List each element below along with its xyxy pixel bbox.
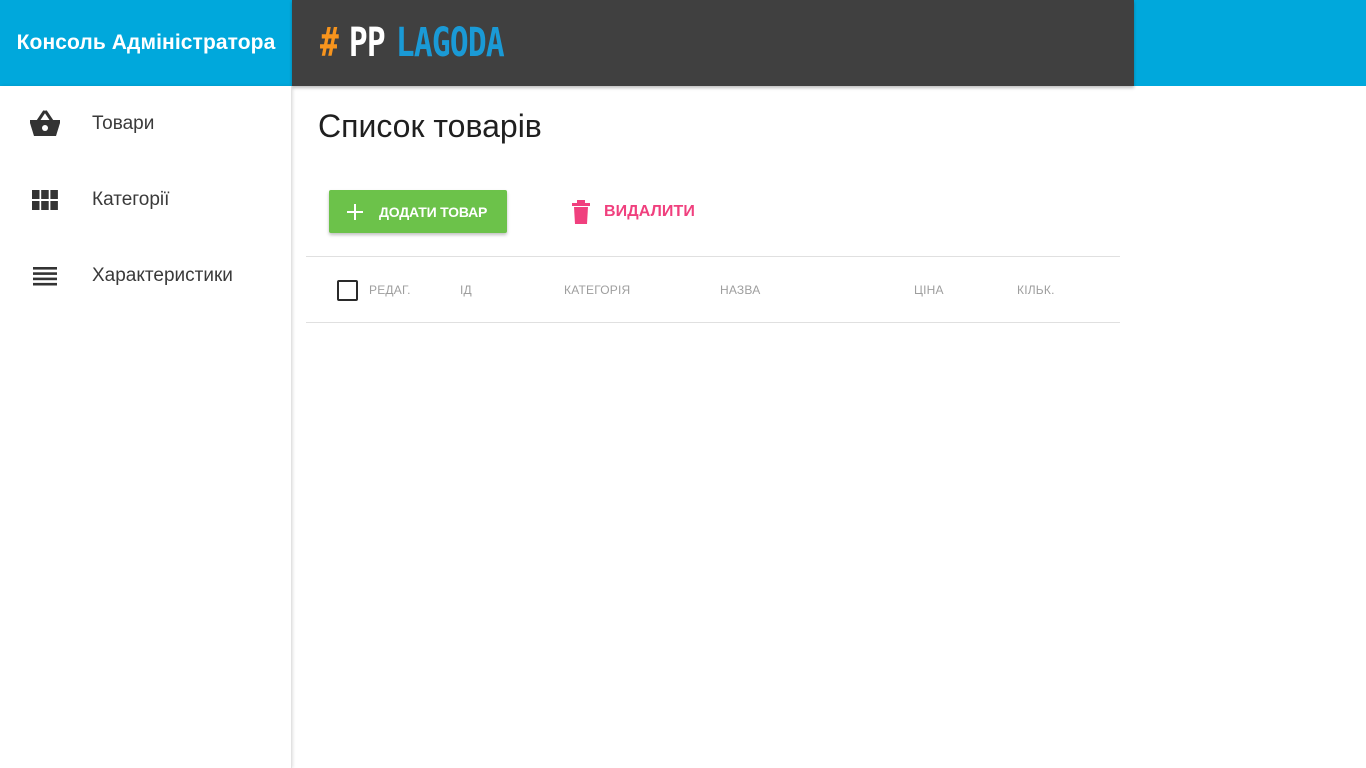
sidebar-item-categories[interactable]: Категорії bbox=[0, 165, 291, 235]
sidebar-item-characteristics[interactable]: Характеристики bbox=[0, 241, 291, 311]
sidebar-item-label: Категорії bbox=[92, 189, 170, 210]
plus-icon bbox=[345, 202, 365, 222]
logo-bar: # PP LAGODA bbox=[292, 0, 1134, 86]
select-all-checkbox[interactable] bbox=[337, 280, 358, 301]
site-logo[interactable]: # PP LAGODA bbox=[320, 18, 505, 68]
sidebar-item-products[interactable]: Товари bbox=[0, 89, 291, 159]
add-button-label: ДОДАТИ ТОВАР bbox=[379, 203, 488, 220]
delete-button-label: ВИДАЛИТИ bbox=[604, 202, 696, 220]
logo-pp: PP bbox=[348, 20, 386, 66]
logo-hash: # bbox=[320, 20, 339, 66]
column-header-id[interactable]: ІД bbox=[460, 283, 472, 297]
column-header-name[interactable]: НАЗВА bbox=[720, 283, 760, 297]
column-header-price[interactable]: ЦІНА bbox=[914, 283, 944, 297]
sidebar-item-label: Товари bbox=[92, 113, 155, 134]
list-icon bbox=[28, 259, 62, 293]
delete-button[interactable]: ВИДАЛИТИ bbox=[566, 190, 716, 233]
column-header-category[interactable]: КАТЕГОРІЯ bbox=[564, 283, 630, 297]
logo-lagoda: LAGODA bbox=[395, 20, 505, 66]
console-title: Консоль Адміністратора bbox=[16, 31, 276, 54]
basket-icon bbox=[28, 107, 62, 141]
grid-icon bbox=[28, 183, 62, 217]
add-product-button[interactable]: ДОДАТИ ТОВАР bbox=[329, 190, 507, 233]
products-table: РЕДАГ. ІД КАТЕГОРІЯ НАЗВА ЦІНА КІЛЬК. bbox=[306, 256, 1120, 323]
sidebar-item-label: Характеристики bbox=[92, 265, 233, 286]
top-bar: Консоль Адміністратора # PP LAGODA bbox=[0, 0, 1366, 86]
page-title: Список товарів bbox=[318, 108, 542, 144]
column-header-edit[interactable]: РЕДАГ. bbox=[369, 283, 411, 297]
sidebar: Товари Категорії Характеристики bbox=[0, 86, 292, 768]
trash-icon bbox=[570, 199, 592, 224]
column-header-quantity[interactable]: КІЛЬК. bbox=[1017, 283, 1055, 297]
